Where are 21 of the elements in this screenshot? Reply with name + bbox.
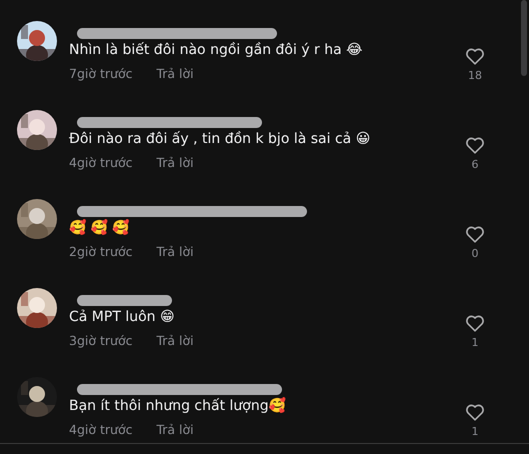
comment-text: Đôi nào ra đôi ấy , tin đồn k bjo là sai cả 😀 bbox=[69, 130, 372, 149]
scrollbar-thumb[interactable] bbox=[521, 0, 527, 76]
comment-time: 4giờ trước bbox=[69, 154, 132, 172]
comment-text: Cả MPT luôn 😁 bbox=[69, 308, 176, 327]
comment-time: 2giờ trước bbox=[69, 243, 132, 261]
like-count: 6 bbox=[472, 158, 478, 172]
like-count: 1 bbox=[472, 425, 478, 439]
comment-text: Bạn ít thôi nhưng chất lượng🥰 bbox=[69, 396, 287, 416]
reply-link[interactable]: Trả lời bbox=[156, 65, 194, 83]
comment-text: 🥰 🥰 🥰 bbox=[69, 218, 130, 238]
reply-link[interactable]: Trả lời bbox=[156, 154, 194, 172]
reply-link[interactable]: Trả lời bbox=[156, 421, 194, 439]
reply-link[interactable]: Trả lời bbox=[156, 332, 194, 350]
comment-time: 3giờ trước bbox=[69, 332, 132, 350]
like-count: 18 bbox=[468, 69, 482, 83]
reply-link[interactable]: Trả lời bbox=[156, 243, 194, 261]
like-count: 0 bbox=[472, 247, 478, 261]
comment-text: Nhìn là biết đôi nào ngồi gần đôi ý r ha 😂 bbox=[69, 41, 364, 60]
like-count: 1 bbox=[472, 336, 478, 350]
comment-time: 4giờ trước bbox=[69, 421, 132, 439]
comment-time: 7giờ trước bbox=[69, 65, 132, 83]
